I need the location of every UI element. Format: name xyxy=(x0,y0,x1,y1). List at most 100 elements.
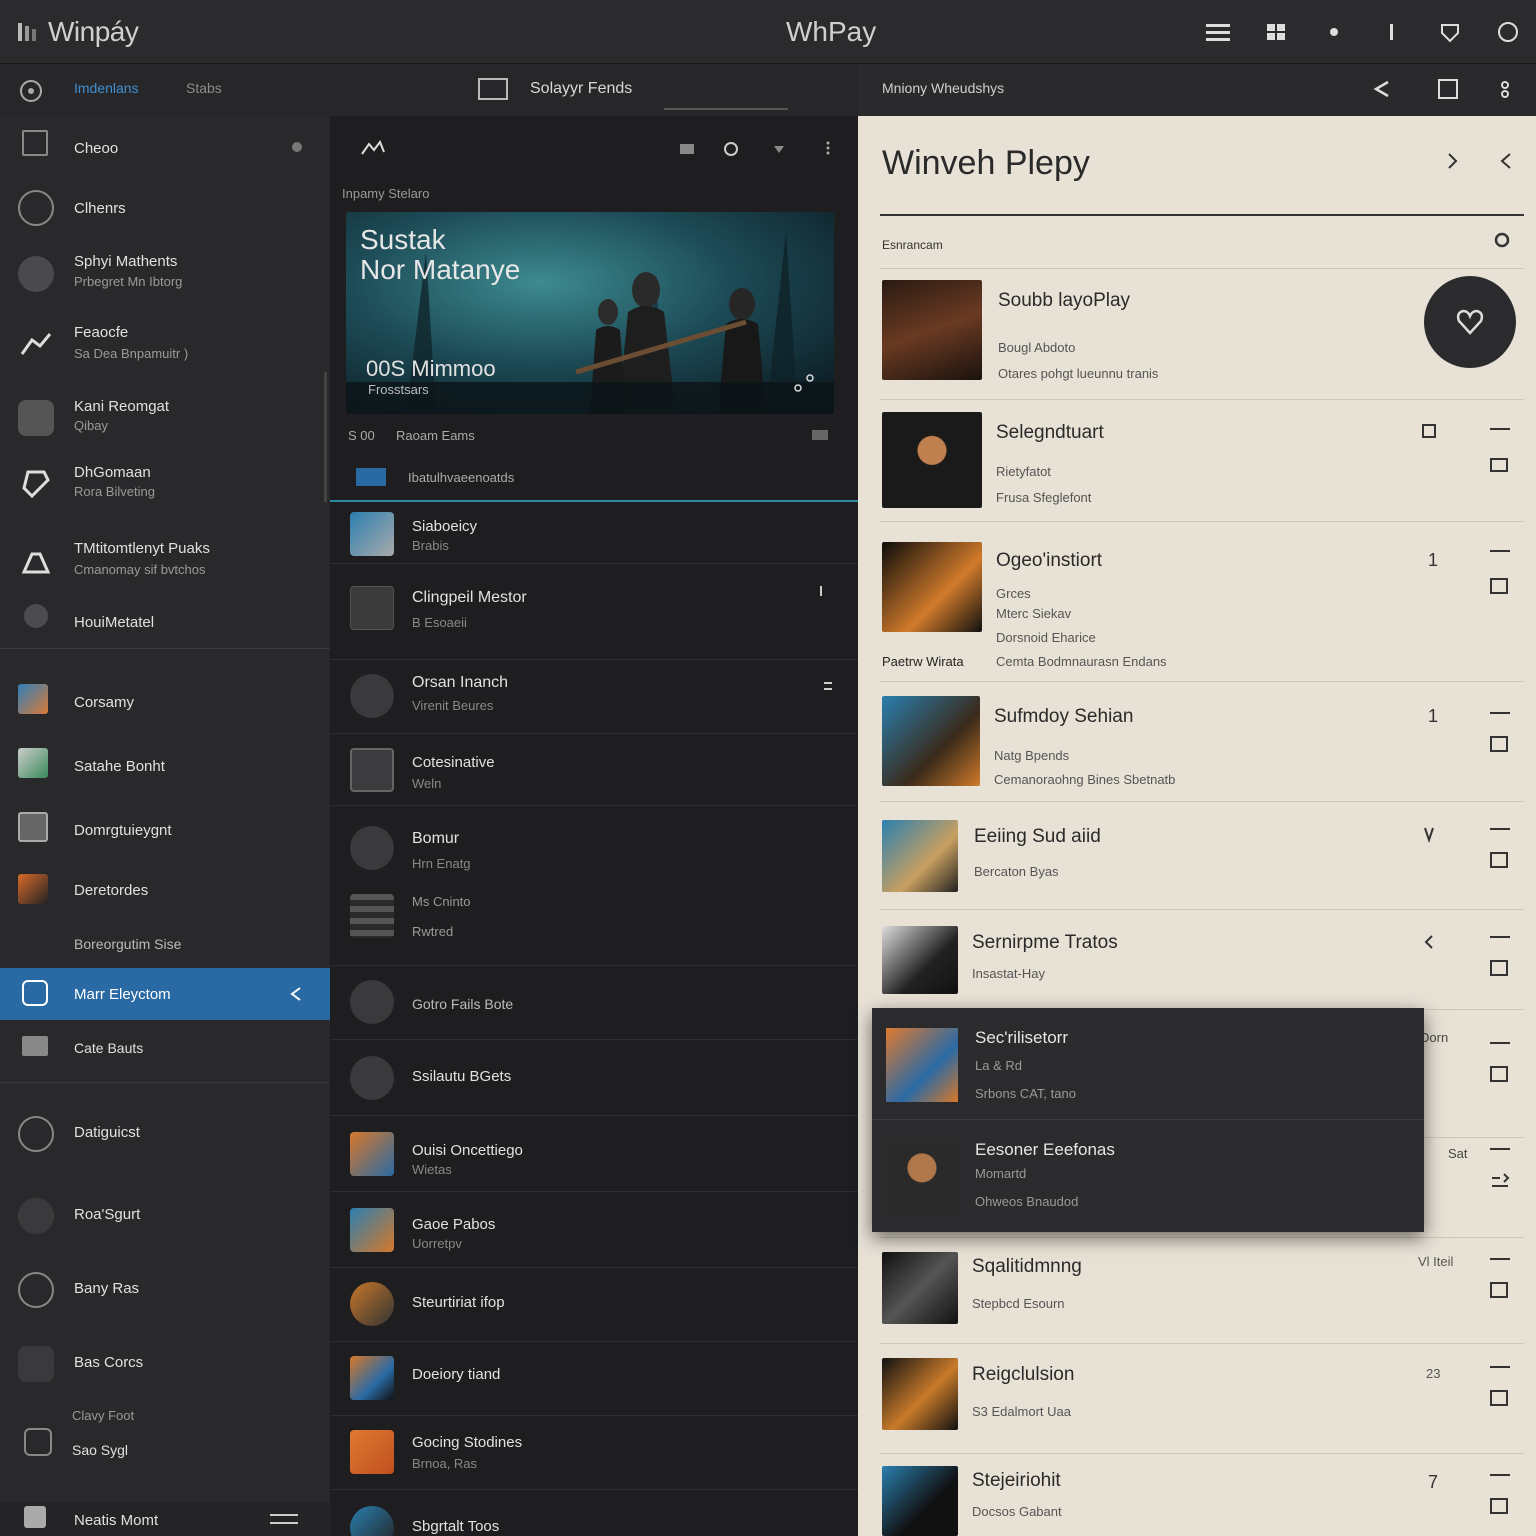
sidebar-item-deretordes[interactable]: Deretordes xyxy=(0,862,330,922)
sidebar-item-clavy-foot[interactable]: Clavy Foot Sao Sygl xyxy=(0,1400,330,1460)
play-button[interactable] xyxy=(1424,276,1516,368)
share-icon[interactable] xyxy=(1370,78,1392,100)
caption-icon[interactable] xyxy=(812,430,828,440)
sidebar-item-satahe[interactable]: Satahe Bonht xyxy=(0,736,330,796)
grid-view-icon[interactable] xyxy=(1262,18,1290,46)
popup-item[interactable]: Eesoner Eeefonas Momartd Ohweos Bnaudod xyxy=(872,1120,1424,1232)
checkbox[interactable] xyxy=(1490,1390,1508,1406)
album-row[interactable]: Ogeo'instiort Grces Mterc Siekav Dorsnoi… xyxy=(880,522,1524,682)
circle-icon[interactable] xyxy=(1494,18,1522,46)
sidebar-item-tmtitom[interactable]: TMtitomtlenyt Puaks Cmanomay sif bvtchos xyxy=(0,532,330,592)
chevron-right-icon[interactable] xyxy=(1446,152,1460,170)
checkbox[interactable] xyxy=(1490,960,1508,976)
checkbox[interactable] xyxy=(1422,424,1436,438)
chevron-left-icon[interactable] xyxy=(1422,934,1436,950)
album-row[interactable]: Sernirpme Tratos Insastat-Hay xyxy=(880,910,1524,1010)
repeat-icon[interactable] xyxy=(1490,1170,1510,1188)
list-item[interactable]: Ouisi Oncettiego Wietas xyxy=(330,1116,858,1192)
popup-sub: Momartd xyxy=(975,1166,1027,1181)
sidebar-item-bas-corcs[interactable]: Bas Corcs xyxy=(0,1334,330,1394)
list-item[interactable]: Sbgrtalt Toos xyxy=(330,1490,858,1536)
album-row[interactable]: Reigclulsion S3 Edalmort Uaa 23 xyxy=(880,1344,1524,1454)
settings-dot-icon[interactable] xyxy=(290,140,304,154)
list-item[interactable]: Cotesinative Weln xyxy=(330,734,858,806)
more-icon[interactable] xyxy=(1498,78,1512,100)
track-title: Gaoe Pabos xyxy=(412,1216,496,1233)
record-icon[interactable] xyxy=(18,78,44,104)
tab-stabs[interactable]: Stabs xyxy=(186,80,222,96)
checkbox-icon[interactable] xyxy=(478,78,508,100)
sidebar-item-label: Satahe Bonht xyxy=(74,758,165,775)
list-item[interactable]: Ssilautu BGets xyxy=(330,1040,858,1116)
list-item[interactable]: Steurtiriat ifop xyxy=(330,1268,858,1342)
share-icon[interactable] xyxy=(792,372,818,396)
sidebar-item-kani[interactable]: Kani Reomgat Qibay xyxy=(0,390,330,450)
sidebar-item-roasgurt[interactable]: Roa'Sgurt xyxy=(0,1186,330,1246)
right-header-label: Mniony Wheudshys xyxy=(882,80,1005,96)
checkbox[interactable] xyxy=(1490,852,1508,868)
sidebar-item-cate-bauts[interactable]: Cate Bauts xyxy=(0,1022,330,1082)
sidebar-item-bany-ras[interactable]: Bany Ras xyxy=(0,1260,330,1320)
sidebar-item-domrg[interactable]: Domrgtuieygnt xyxy=(0,800,330,860)
chevron-left-icon[interactable] xyxy=(288,986,304,1002)
chart-line-icon xyxy=(20,333,52,355)
track-thumb xyxy=(350,1506,394,1536)
album-row[interactable]: Stejeiriohit Docsos Gabant 7 xyxy=(880,1454,1524,1536)
toggle-icon[interactable] xyxy=(1494,232,1510,248)
bar-icon[interactable] xyxy=(1378,18,1406,46)
popup-item[interactable]: Sec'rilisetorr La & Rd Srbons CAT, tano xyxy=(872,1008,1424,1120)
share-icon[interactable] xyxy=(1498,152,1514,170)
sidebar-item-corsamy[interactable]: Corsamy xyxy=(0,672,330,732)
heart-icon[interactable] xyxy=(773,143,785,155)
album-row[interactable]: Soubb layoPlay Bougl Abdoto Otares pohgt… xyxy=(880,276,1524,400)
sidebar-item-datiguicst[interactable]: Datiguicst xyxy=(0,1104,330,1164)
menu-icon[interactable] xyxy=(824,682,832,690)
sidebar-item-feaocfe[interactable]: Feaocfe Sa Dea Bnpamuitr ) xyxy=(0,316,330,376)
sidebar-item-cheoo[interactable]: Cheoo xyxy=(0,118,330,178)
album-row[interactable]: Eeiing Sud aiid Bercaton Byas xyxy=(880,802,1524,910)
mic-icon[interactable] xyxy=(1422,826,1436,846)
track-sub: Hrn Enatg xyxy=(412,856,471,871)
window-square-icon[interactable] xyxy=(1438,79,1458,99)
track-title: Bomur xyxy=(412,830,460,847)
selected-bar[interactable]: Ibatulhvaeenoatds xyxy=(330,458,858,502)
checkbox[interactable] xyxy=(1490,736,1508,752)
checkbox[interactable] xyxy=(1490,1066,1508,1082)
sidebar-item-marr-eleyctom[interactable]: Marr Eleyctom xyxy=(0,968,330,1020)
circle-icon[interactable] xyxy=(723,141,739,157)
queue-icon[interactable] xyxy=(1490,458,1508,472)
sidebar-item-sphyi[interactable]: Sphyi Mathents Prbegret Mn Ibtorg xyxy=(0,244,330,304)
activity-icon[interactable] xyxy=(360,138,386,158)
sidebar-item-dhgomaan[interactable]: DhGomaan Rora Bilveting xyxy=(0,456,330,516)
brand-name: Winpáy xyxy=(48,16,139,47)
album-art xyxy=(882,542,982,632)
tab-imdenlans[interactable]: Imdenlans xyxy=(74,80,139,96)
list-item[interactable]: Clingpeil Mestor B Esoaeii xyxy=(330,564,858,660)
list-item[interactable]: Gaoe Pabos Uorretpv xyxy=(330,1192,858,1268)
sidebar-item-sub: Cmanomay sif bvtchos xyxy=(74,562,206,577)
now-playing-popup[interactable]: Sec'rilisetorr La & Rd Srbons CAT, tano … xyxy=(872,1008,1424,1232)
card-icon[interactable] xyxy=(680,144,694,154)
sidebar-item-neatis-momt[interactable]: Neatis Momt xyxy=(0,1502,330,1536)
shield-icon[interactable] xyxy=(1436,18,1464,46)
sidebar-item-houimetatel[interactable]: HouiMetatel xyxy=(0,592,330,652)
album-row[interactable]: Sufmdoy Sehian Natg Bpends Cemanoraohng … xyxy=(880,682,1524,802)
list-item[interactable]: Gotro Fails Bote xyxy=(330,966,858,1040)
album-row[interactable]: Sqalitidmnng Stepbcd Esourn Vl Iteil xyxy=(880,1238,1524,1344)
sidebar-scrollbar[interactable] xyxy=(324,372,327,502)
checkbox[interactable] xyxy=(1490,578,1508,594)
list-item[interactable]: Siaboeicy Brabis xyxy=(330,504,858,564)
sidebar-item-clhenrs[interactable]: Clhenrs xyxy=(0,178,330,238)
hero-banner[interactable]: Sustak Nor Matanye 00S Mimmoo Frosstsars xyxy=(346,212,834,414)
album-row[interactable]: Selegndtuart Rietyfatot Frusa Sfeglefont xyxy=(880,400,1524,522)
list-item[interactable]: Gocing Stodines Brnoa, Ras xyxy=(330,1416,858,1490)
add-icon[interactable] xyxy=(1490,1282,1508,1298)
list-item[interactable]: Orsan Inanch Virenit Beures xyxy=(330,660,858,734)
hamburger-icon[interactable] xyxy=(270,1512,300,1528)
more-vertical-icon[interactable] xyxy=(825,140,831,156)
menu-icon[interactable] xyxy=(1204,18,1232,46)
list-item[interactable]: Bomur Hrn Enatg Ms Cninto Rwtred xyxy=(330,806,858,966)
dot-icon[interactable] xyxy=(1320,18,1348,46)
list-item[interactable]: Doeiory tiand xyxy=(330,1342,858,1416)
checkbox[interactable] xyxy=(1490,1498,1508,1514)
